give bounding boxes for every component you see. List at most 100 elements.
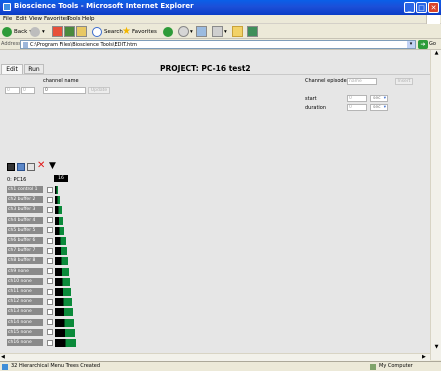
channel-checkbox[interactable] xyxy=(47,237,53,244)
edit-icon[interactable] xyxy=(17,163,25,171)
back-button[interactable]: Back ▾ xyxy=(2,26,32,37)
channel-label[interactable]: ch4 buffer 4 xyxy=(7,216,43,224)
horizontal-scrollbar[interactable]: ◀ ▶ xyxy=(0,353,430,361)
channel-index-field[interactable]: 0 xyxy=(21,87,35,94)
channel-checkbox[interactable] xyxy=(47,247,53,254)
channel-checkbox[interactable] xyxy=(47,339,53,346)
chevron-down-icon: ▾ xyxy=(383,105,386,110)
menu-file[interactable]: File xyxy=(3,16,12,22)
scroll-left-icon[interactable]: ◀ xyxy=(1,354,5,360)
vertical-scrollbar[interactable]: ▲ ▼ xyxy=(430,50,441,360)
channel-label[interactable]: ch8 buffer 8 xyxy=(7,257,43,265)
windows-logo xyxy=(426,15,440,24)
update-button[interactable]: Update xyxy=(88,87,110,94)
forward-button[interactable]: ▾ xyxy=(30,26,45,37)
menu-tools[interactable]: Tools xyxy=(67,16,81,22)
window-title: Bioscience Tools - Microsoft Internet Ex… xyxy=(14,2,194,10)
channel-checkbox[interactable] xyxy=(47,227,53,234)
channel-label[interactable]: ch14 none xyxy=(7,318,43,326)
messenger-icon xyxy=(247,26,258,37)
go-icon[interactable]: ➔ xyxy=(418,40,428,49)
home-button[interactable] xyxy=(76,26,87,37)
channel-checkbox[interactable] xyxy=(47,298,53,305)
tab-run[interactable]: Run xyxy=(24,64,44,74)
tab-edit[interactable]: Edit xyxy=(1,64,23,74)
menu-edit[interactable]: Edit xyxy=(16,16,27,22)
channel-level-bar xyxy=(55,247,67,256)
mail-button[interactable] xyxy=(196,26,207,37)
channel-label[interactable]: ch5 buffer 5 xyxy=(7,226,43,234)
channel-number-field[interactable]: 0 xyxy=(5,87,20,94)
toolbar: Back ▾ ▾ Search ★ Favorites ▾ ▾ xyxy=(0,24,441,39)
channel-checkbox[interactable] xyxy=(47,308,53,315)
tree-root-badge: 16 xyxy=(54,175,68,182)
menu-help[interactable]: Help xyxy=(82,16,95,22)
go-label[interactable]: Go xyxy=(429,41,436,47)
channel-label[interactable]: ch11 none xyxy=(7,288,43,295)
status-bar: 32 Hierarchical Menu Trees Created My Co… xyxy=(0,361,441,371)
channel-checkbox[interactable] xyxy=(47,206,53,213)
back-arrow-icon xyxy=(2,26,12,37)
save-icon[interactable] xyxy=(7,163,15,171)
channel-label[interactable]: ch3 buffer 3 xyxy=(7,206,43,214)
channel-label[interactable]: ch10 none xyxy=(7,277,43,285)
start-unit-select[interactable]: sec ▾ xyxy=(370,95,388,102)
favorites-button[interactable]: ★ Favorites xyxy=(122,26,157,37)
tree-root-label[interactable]: 0: PC16 xyxy=(7,177,26,183)
channel-checkbox[interactable] xyxy=(47,186,53,193)
maximize-button[interactable]: □ xyxy=(416,2,427,13)
channel-name-field[interactable]: 0 xyxy=(43,87,86,94)
scroll-up-icon[interactable]: ▲ xyxy=(432,50,441,56)
minimize-button[interactable]: _ xyxy=(404,2,415,13)
scroll-right-icon[interactable]: ▶ xyxy=(422,354,426,360)
channel-checkbox[interactable] xyxy=(47,329,53,336)
channel-label[interactable]: ch16 none xyxy=(7,339,43,346)
channel-label[interactable]: ch15 none xyxy=(7,328,43,336)
channel-label[interactable]: ch9 none xyxy=(7,267,43,275)
delete-icon[interactable]: ✕ xyxy=(37,161,47,171)
channel-checkbox[interactable] xyxy=(47,319,53,326)
media-button[interactable] xyxy=(163,26,173,37)
channel-checkbox[interactable] xyxy=(47,196,53,203)
tab-divider xyxy=(0,74,430,75)
close-button[interactable]: ✕ xyxy=(428,2,439,13)
channel-label[interactable]: ch2 buffer 2 xyxy=(7,196,43,204)
channel-checkbox[interactable] xyxy=(47,288,53,295)
menu-view[interactable]: View xyxy=(29,16,42,22)
channel-level-bar xyxy=(55,257,69,266)
channel-level-bar xyxy=(55,318,74,327)
channel-checkbox[interactable] xyxy=(47,217,53,224)
status-text: 32 Hierarchical Menu Trees Created xyxy=(11,363,101,369)
folder-button[interactable] xyxy=(232,26,243,37)
address-dropdown-icon[interactable]: ▾ xyxy=(407,41,415,48)
zone-text: My Computer xyxy=(379,363,413,369)
duration-unit-select[interactable]: sec ▾ xyxy=(370,104,388,111)
list-icon[interactable] xyxy=(27,163,35,171)
start-field[interactable]: 0 xyxy=(347,95,367,102)
channel-checkbox[interactable] xyxy=(47,268,53,275)
stop-button[interactable] xyxy=(52,26,63,37)
channel-level-bar xyxy=(55,288,72,296)
search-button[interactable]: Search xyxy=(92,26,123,37)
channel-checkbox[interactable] xyxy=(47,278,53,285)
duration-field[interactable]: 0 xyxy=(347,104,367,111)
menu-favorites[interactable]: Favorites xyxy=(44,16,69,22)
scroll-down-icon[interactable]: ▼ xyxy=(432,344,441,350)
episode-name-field[interactable]: name xyxy=(347,78,377,85)
channel-level-bar xyxy=(55,298,73,307)
refresh-button[interactable] xyxy=(64,26,75,37)
folder-icon xyxy=(232,26,243,37)
channel-label[interactable]: ch12 none xyxy=(7,298,43,306)
channel-label[interactable]: ch13 none xyxy=(7,308,43,316)
history-button[interactable]: ▾ xyxy=(178,26,193,37)
channel-label[interactable]: ch6 buffer 6 xyxy=(7,237,43,244)
insert-button[interactable]: Insert xyxy=(395,78,413,85)
channel-checkbox[interactable] xyxy=(47,257,53,264)
channel-label[interactable]: ch1 control 1 xyxy=(7,186,43,193)
messenger-button[interactable] xyxy=(247,26,258,37)
print-button[interactable]: ▾ xyxy=(212,26,227,37)
address-field[interactable]: C:\Program Files\Bioscience Tools\EDIT.h… xyxy=(20,40,416,49)
title-bar[interactable]: Bioscience Tools - Microsoft Internet Ex… xyxy=(0,0,441,15)
channel-label[interactable]: ch7 buffer 7 xyxy=(7,247,43,255)
dropdown-arrow-icon[interactable]: ▼ xyxy=(49,161,59,171)
